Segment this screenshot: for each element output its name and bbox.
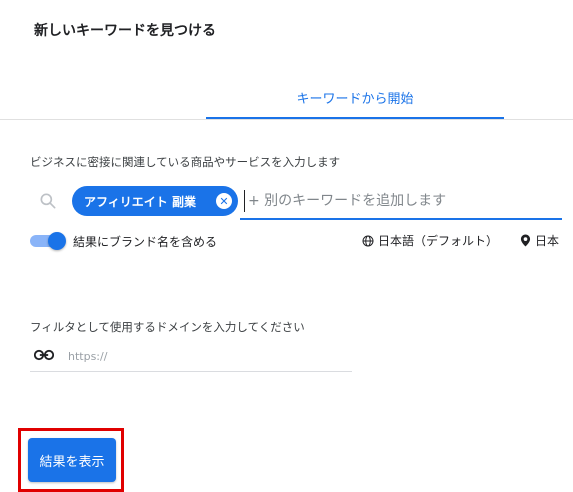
language-label: 日本語（デフォルト） [378,234,499,248]
domain-input[interactable] [68,346,348,366]
keyword-instruction: ビジネスに密接に関連している商品やサービスを入力します [30,155,341,169]
keyword-chip-label: アフィリエイト 副業 [84,194,196,209]
toggle-thumb [48,232,66,250]
brand-toggle[interactable] [30,232,66,250]
page-title: 新しいキーワードを見つける [34,23,216,39]
show-results-button[interactable]: 結果を表示 [28,438,116,482]
keyword-chip[interactable]: アフィリエイト 副業 ✕ [72,186,238,216]
keyword-input-underline [240,218,562,220]
location-selector[interactable]: 日本 [520,232,559,249]
domain-input-underline [30,371,352,372]
location-label: 日本 [535,234,560,248]
tab-keyword-start[interactable]: キーワードから開始 [206,88,504,107]
close-circle-icon[interactable]: ✕ [216,193,232,209]
text-cursor [244,190,245,212]
brand-toggle-label: 結果にブランド名を含める [73,235,218,249]
domain-filter-label: フィルタとして使用するドメインを入力してください [30,320,305,334]
link-icon [34,349,54,361]
tab-divider [0,119,573,120]
language-selector[interactable]: 日本語（デフォルト） [362,232,498,249]
search-icon [40,193,56,209]
globe-icon [362,235,374,246]
location-pin-icon [520,234,531,247]
keyword-input[interactable] [248,188,560,214]
